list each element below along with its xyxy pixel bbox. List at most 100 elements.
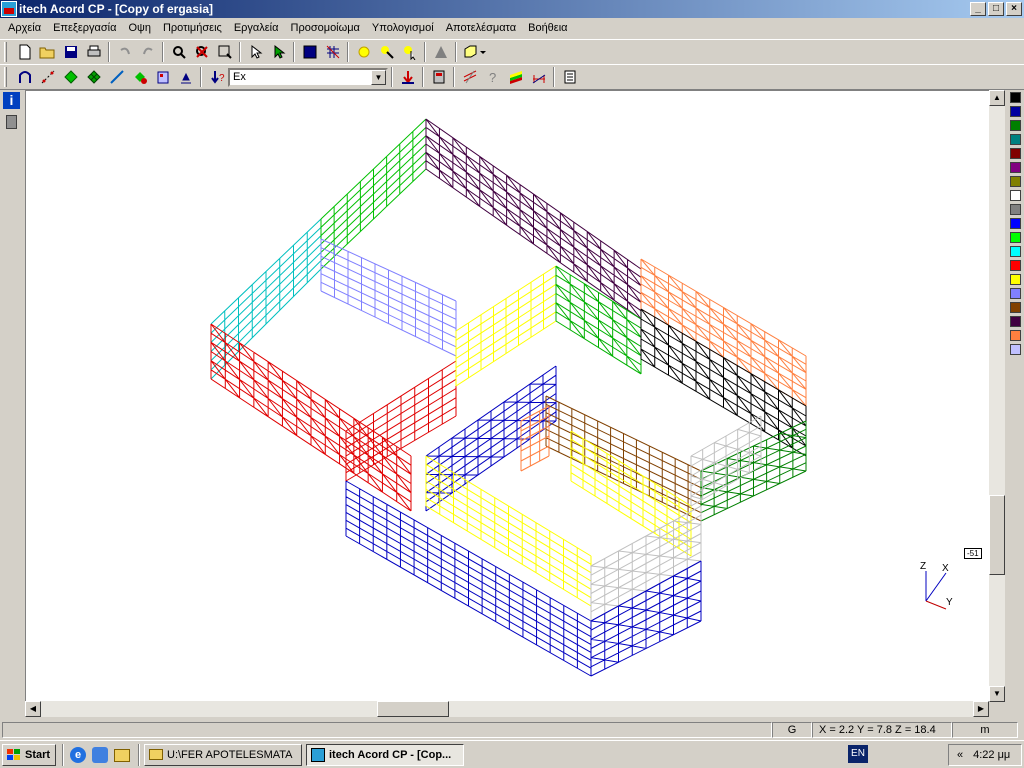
language-indicator[interactable]: EN [848, 745, 868, 763]
scroll-right-button[interactable]: ▶ [973, 701, 989, 717]
axis-z-label: Z [920, 561, 926, 572]
start-button[interactable]: Start [2, 743, 56, 766]
building-icon[interactable] [151, 66, 174, 88]
load-case-value: Ex [233, 71, 246, 83]
scroll-left-button[interactable]: ◀ [25, 701, 41, 717]
save-icon[interactable] [59, 41, 82, 63]
left-toolbar: i [0, 89, 24, 719]
undo-icon[interactable] [113, 41, 136, 63]
view-3d-icon[interactable] [298, 41, 321, 63]
color-palette [1008, 89, 1024, 409]
toolbar-grip[interactable] [4, 67, 7, 87]
task-folder[interactable]: U:\FER APOTELESMATA [144, 743, 302, 766]
horizontal-scrollbar[interactable]: ◀ ▶ [25, 701, 989, 717]
menu-calculations[interactable]: Υπολογισμοί [366, 22, 440, 34]
color-swatch[interactable] [1010, 288, 1021, 299]
results-mesh-icon[interactable] [458, 66, 481, 88]
light-select-icon[interactable] [398, 41, 421, 63]
mesh-panel [320, 238, 457, 357]
report-icon[interactable] [558, 66, 581, 88]
menu-file[interactable]: Αρχεία [2, 22, 47, 34]
color-swatch[interactable] [1010, 330, 1021, 341]
menu-results[interactable]: Αποτελέσματα [440, 22, 522, 34]
load-case-select[interactable]: Ex ▼ [228, 67, 388, 87]
open-folder-icon[interactable] [36, 41, 59, 63]
svg-text:?: ? [489, 70, 496, 85]
info-icon[interactable]: i [3, 92, 20, 109]
render-icon[interactable] [429, 41, 452, 63]
color-swatch[interactable] [1010, 232, 1021, 243]
arch-icon[interactable] [13, 66, 36, 88]
line-icon[interactable] [105, 66, 128, 88]
close-button[interactable]: × [1006, 2, 1022, 16]
wireframe-model [210, 118, 807, 677]
color-swatch[interactable] [1010, 302, 1021, 313]
task-folder-label: U:\FER APOTELESMATA [167, 748, 293, 761]
windows-logo-icon [7, 748, 20, 760]
load-arrow-icon[interactable] [396, 66, 419, 88]
menu-view[interactable]: Οψη [122, 22, 157, 34]
color-swatch[interactable] [1010, 274, 1021, 285]
light-icon[interactable] [352, 41, 375, 63]
cube-icon[interactable] [460, 41, 490, 63]
task-acord[interactable]: itech Acord CP - [Cop... [306, 743, 464, 766]
internet-explorer-icon[interactable]: e [70, 746, 86, 763]
mesh-icon[interactable] [82, 66, 105, 88]
color-swatch[interactable] [1010, 246, 1021, 257]
color-swatch[interactable] [1010, 162, 1021, 173]
color-swatch[interactable] [1010, 176, 1021, 187]
new-file-icon[interactable] [13, 41, 36, 63]
menu-help[interactable]: Βοήθεια [522, 22, 573, 34]
nodes-icon[interactable] [36, 66, 59, 88]
toolbar-grip[interactable] [4, 42, 7, 62]
color-swatch[interactable] [1010, 316, 1021, 327]
color-swatch[interactable] [1010, 134, 1021, 145]
model-viewport[interactable]: Z X Y [25, 90, 990, 702]
color-swatch[interactable] [1010, 218, 1021, 229]
zoom-icon[interactable] [167, 41, 190, 63]
menu-model[interactable]: Προσομοίωμα [285, 22, 366, 34]
vertical-scroll-thumb[interactable] [989, 495, 1005, 575]
redo-icon[interactable] [136, 41, 159, 63]
select-arrow-icon[interactable] [244, 41, 267, 63]
scroll-down-button[interactable]: ▼ [989, 686, 1005, 702]
color-swatch[interactable] [1010, 260, 1021, 271]
support-icon[interactable] [128, 66, 151, 88]
grid-view-icon[interactable] [321, 41, 344, 63]
menu-tools[interactable]: Εργαλεία [228, 22, 285, 34]
color-swatch[interactable] [1010, 106, 1021, 117]
calculator-icon[interactable] [427, 66, 450, 88]
minimize-button[interactable]: _ [970, 2, 986, 16]
explorer-folder-icon[interactable] [114, 748, 130, 762]
color-swatch[interactable] [1010, 344, 1021, 355]
menu-preferences[interactable]: Προτιμήσεις [157, 22, 228, 34]
maximize-button[interactable]: □ [988, 2, 1004, 16]
outlook-icon[interactable] [92, 746, 108, 763]
vertical-scrollbar[interactable]: ▲ ▼ [989, 90, 1005, 702]
mesh-panel [425, 365, 557, 512]
print-icon[interactable] [82, 41, 105, 63]
status-bar: G X = 2.2 Y = 7.8 Z = 18.4 m [0, 720, 1024, 740]
color-swatch[interactable] [1010, 120, 1021, 131]
zoom-window-icon[interactable] [213, 41, 236, 63]
color-swatch[interactable] [1010, 190, 1021, 201]
help-query-icon[interactable]: ? [481, 66, 504, 88]
color-swatch[interactable] [1010, 148, 1021, 159]
chevron-down-icon[interactable]: ▼ [371, 69, 386, 85]
scroll-up-button[interactable]: ▲ [989, 90, 1005, 106]
menu-edit[interactable]: Επεξεργασία [47, 22, 122, 34]
select-green-icon[interactable] [267, 41, 290, 63]
tray-expand-icon[interactable]: « [957, 749, 963, 761]
load-icon[interactable]: ? [205, 66, 228, 88]
color-swatch[interactable] [1010, 204, 1021, 215]
plate-icon[interactable] [59, 66, 82, 88]
horizontal-scroll-thumb[interactable] [377, 701, 449, 717]
zoom-out-icon[interactable] [190, 41, 213, 63]
foundation-icon[interactable] [174, 66, 197, 88]
light-tool-icon[interactable] [375, 41, 398, 63]
color-swatch[interactable] [1010, 92, 1021, 103]
taskbar: Start e U:\FER APOTELESMATA itech Acord … [0, 740, 1024, 768]
scale-ruler-icon[interactable] [527, 66, 550, 88]
trash-icon[interactable] [6, 115, 17, 129]
color-contour-icon[interactable] [504, 66, 527, 88]
